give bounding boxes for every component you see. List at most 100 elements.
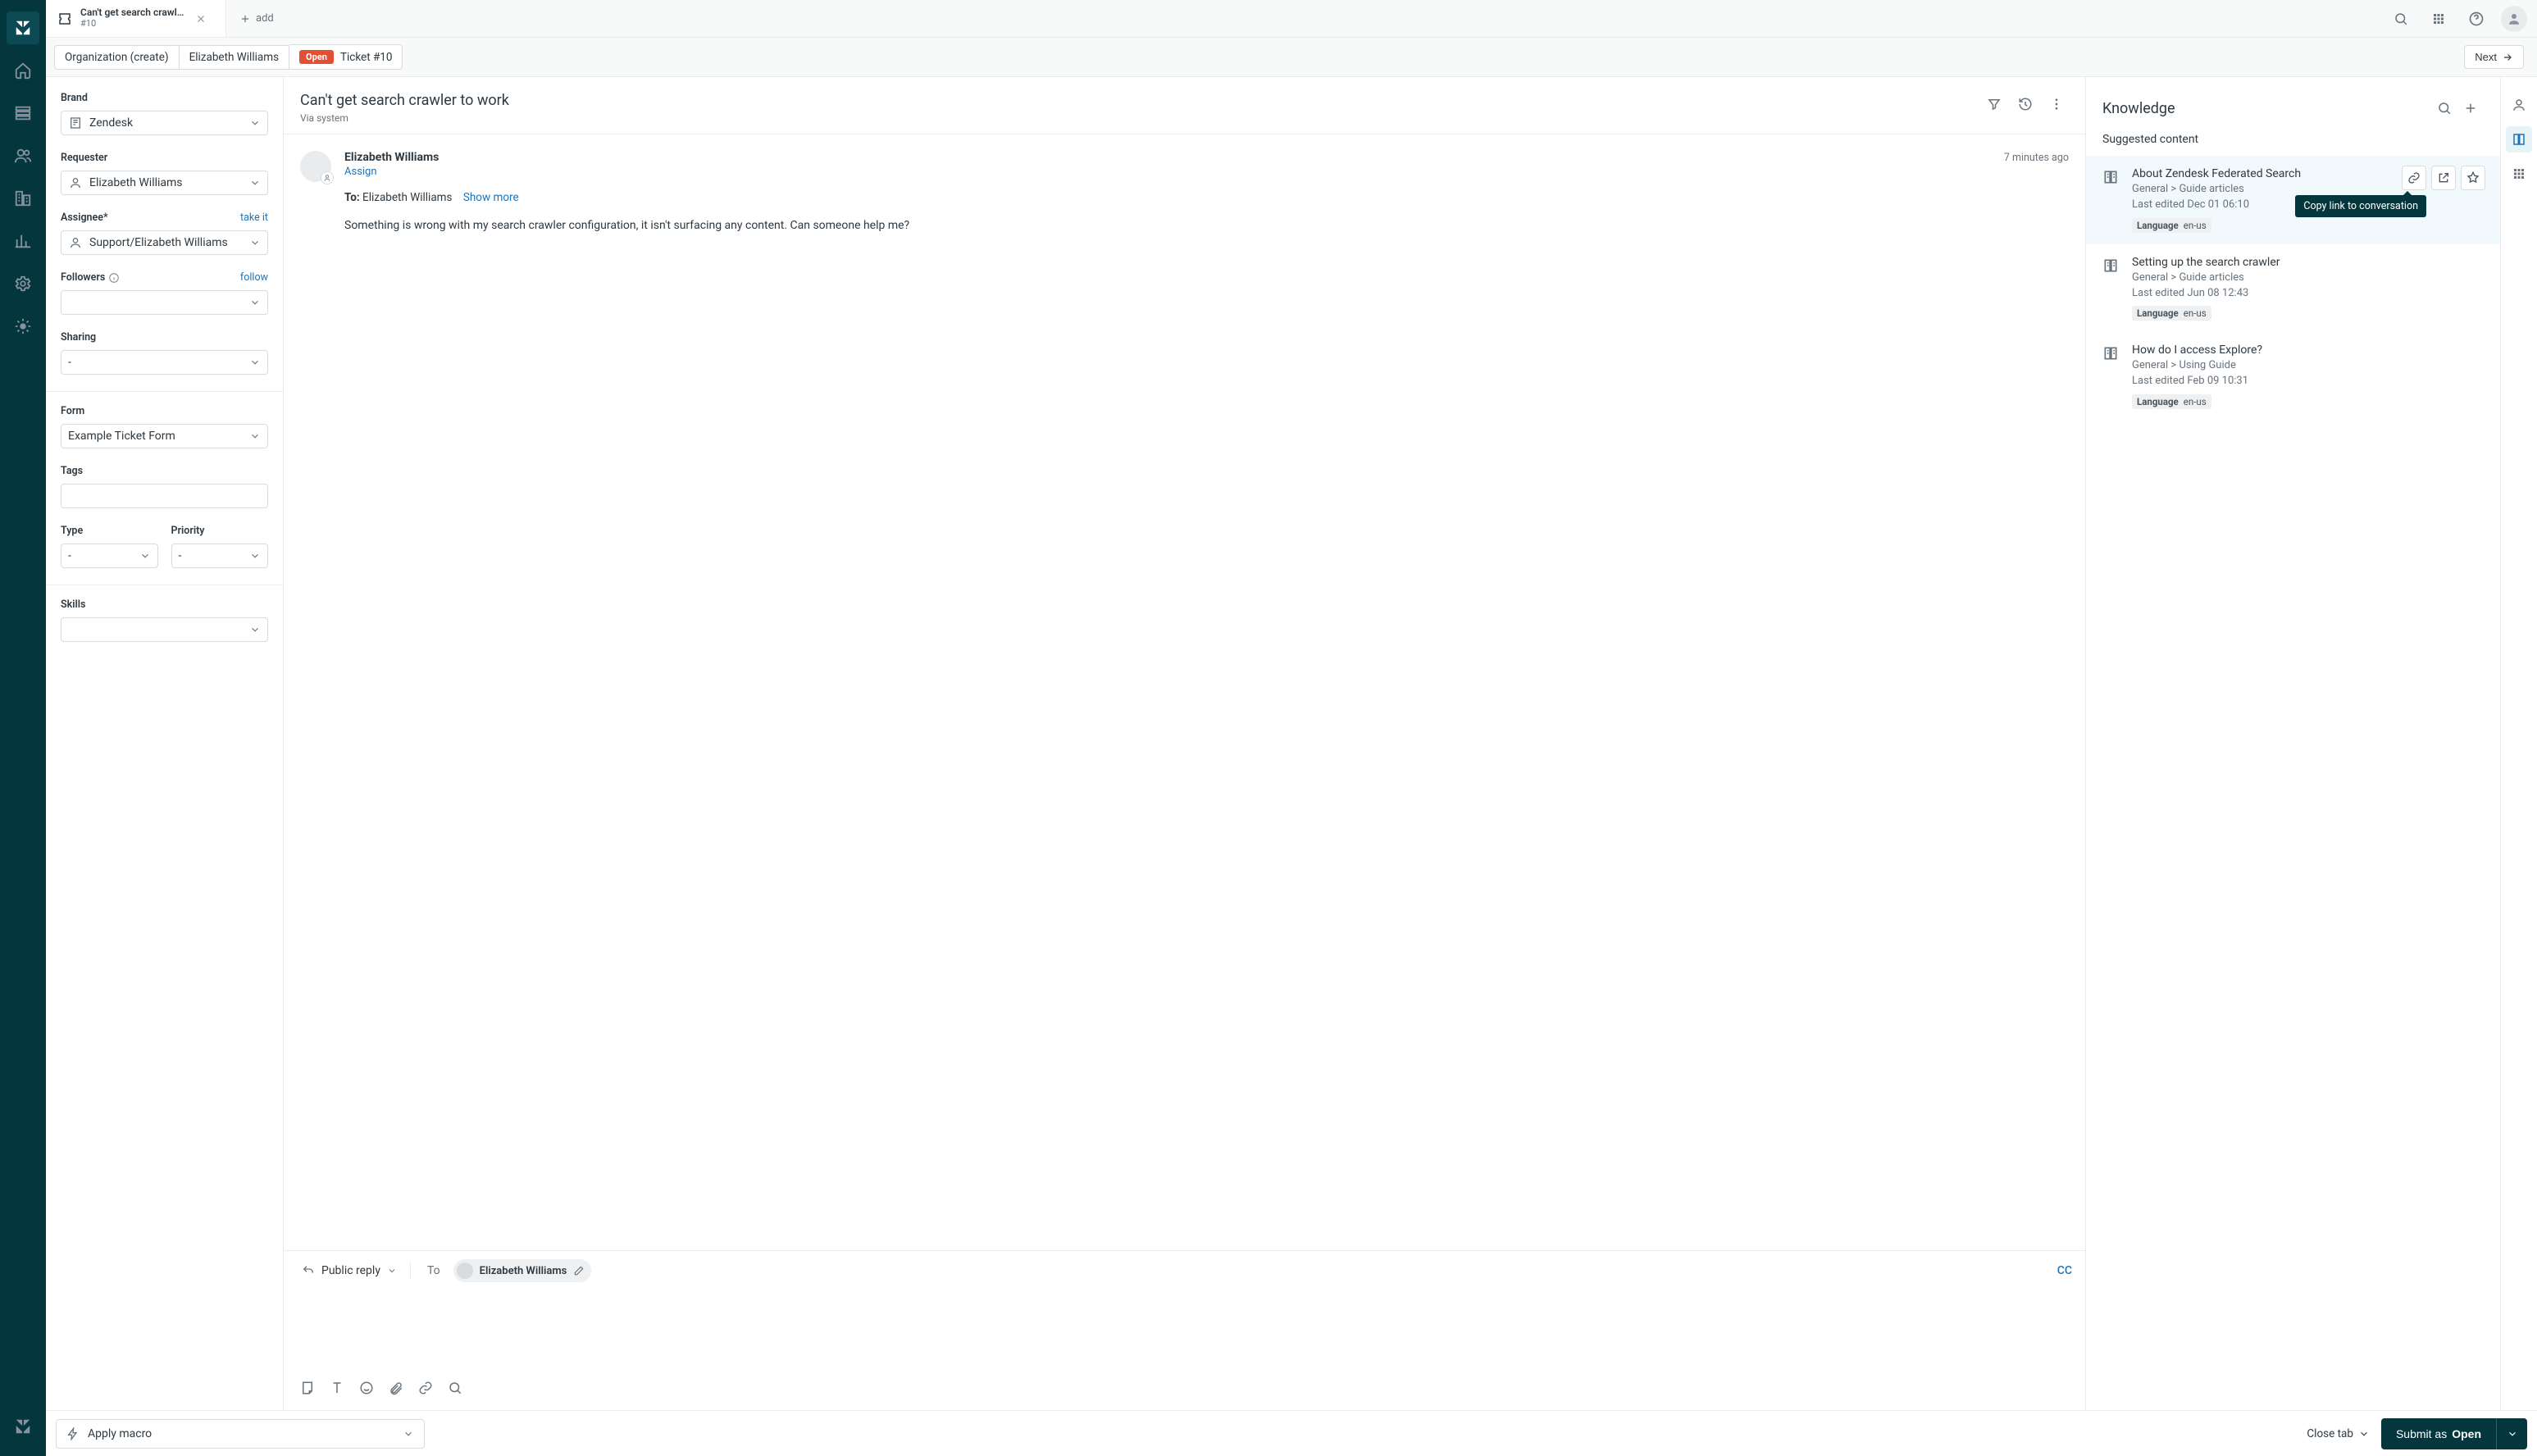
message-author[interactable]: Elizabeth Williams (344, 151, 439, 164)
nav-sunshine-icon[interactable] (7, 310, 39, 343)
take-it-link[interactable]: take it (240, 212, 268, 224)
priority-select[interactable]: - (171, 544, 269, 568)
nav-customers-icon[interactable] (7, 139, 39, 172)
apps-context-icon[interactable] (2506, 161, 2532, 187)
kb-search-icon[interactable] (2431, 95, 2457, 121)
kb-article[interactable]: How do I access Explore? General > Using… (2086, 332, 2500, 421)
brand-icon (68, 116, 83, 130)
link-icon[interactable] (413, 1376, 438, 1400)
article-icon (2102, 344, 2120, 362)
crumb-ticket[interactable]: Open Ticket #10 (289, 44, 403, 70)
tab-ticket[interactable]: Can't get search crawl… #10 (46, 0, 226, 37)
knowledge-subtitle: Suggested content (2086, 130, 2500, 156)
next-button[interactable]: Next (2464, 45, 2524, 69)
footer: Apply macro Close tab Submit asOpen (46, 1410, 2537, 1456)
skills-select[interactable] (61, 617, 268, 642)
chevron-down-icon (249, 177, 261, 189)
brand-select[interactable]: Zendesk (61, 111, 268, 135)
chevron-down-icon (249, 117, 261, 129)
priority-label: Priority (171, 525, 269, 537)
kb-add-icon[interactable] (2457, 95, 2484, 121)
sharing-select[interactable]: - (61, 350, 268, 375)
knowledge-context-icon[interactable] (2506, 126, 2532, 152)
nav-zendesk-logo-icon[interactable] (7, 1410, 39, 1443)
chevron-down-icon (249, 550, 261, 562)
ticket-title: Can't get search crawler to work (300, 92, 1982, 109)
help-icon[interactable] (2463, 6, 2489, 32)
ticket-via: Via system (300, 112, 1982, 124)
emoji-icon[interactable] (354, 1376, 379, 1400)
requester-select[interactable]: Elizabeth Williams (61, 171, 268, 195)
attach-icon[interactable] (384, 1376, 408, 1400)
crumb-requester[interactable]: Elizabeth Williams (180, 45, 289, 70)
nav-reporting-icon[interactable] (7, 225, 39, 257)
open-external-button[interactable] (2431, 166, 2456, 190)
crumb-ticket-label: Ticket #10 (340, 51, 393, 64)
form-select[interactable]: Example Ticket Form (61, 424, 268, 448)
chevron-down-icon (2507, 1428, 2518, 1440)
tabs-row: Can't get search crawl… #10 add (46, 0, 2537, 38)
kb-article-breadcrumb: General > Using Guide (2132, 358, 2262, 374)
nav-admin-icon[interactable] (7, 267, 39, 300)
chevron-down-icon (2358, 1428, 2370, 1440)
composer-textarea[interactable] (284, 1290, 2085, 1369)
article-icon (2102, 256, 2120, 274)
products-icon[interactable] (2425, 6, 2452, 32)
nav-logo-icon[interactable] (7, 11, 39, 44)
nav-views-icon[interactable] (7, 97, 39, 130)
recipient-chip[interactable]: Elizabeth Williams (453, 1259, 592, 1282)
crumb-organization[interactable]: Organization (create) (54, 45, 180, 70)
more-options-icon[interactable] (2044, 92, 2069, 116)
followers-select[interactable] (61, 290, 268, 315)
add-tab-label: add (256, 12, 274, 25)
nav-org-icon[interactable] (7, 182, 39, 215)
main-column: Can't get search crawl… #10 add (46, 0, 2537, 1456)
search-icon[interactable] (2388, 6, 2414, 32)
type-select[interactable]: - (61, 544, 158, 568)
followers-label: Followers (61, 271, 120, 284)
submit-dropdown-button[interactable] (2496, 1418, 2527, 1449)
article-icon (2102, 167, 2120, 185)
history-icon[interactable] (2013, 92, 2038, 116)
to-label: To (427, 1264, 440, 1277)
breadcrumb: Organization (create) Elizabeth Williams… (46, 38, 2537, 77)
language-chip: Languageen-us (2132, 306, 2211, 321)
submit-button[interactable]: Submit asOpen (2381, 1418, 2496, 1449)
close-icon[interactable] (192, 10, 210, 28)
kb-article[interactable]: Setting up the search crawler General > … (2086, 244, 2500, 333)
copy-link-button[interactable] (2402, 166, 2426, 190)
reply-type-select[interactable]: Public reply (297, 1261, 402, 1281)
message: Elizabeth Williams 7 minutes ago Assign … (300, 151, 2069, 234)
edit-icon[interactable] (573, 1265, 585, 1276)
nav-home-icon[interactable] (7, 54, 39, 87)
form-value: Example Ticket Form (68, 430, 175, 443)
insert-note-icon[interactable] (295, 1376, 320, 1400)
assign-link[interactable]: Assign (344, 166, 2069, 178)
tags-input[interactable] (61, 484, 268, 508)
conversation-column: Can't get search crawler to work Via sys… (284, 77, 2086, 1410)
knowledge-title: Knowledge (2102, 100, 2175, 117)
format-text-icon[interactable] (325, 1376, 349, 1400)
context-rail (2501, 77, 2537, 1410)
nav-rail (0, 0, 46, 1456)
kb-article[interactable]: About Zendesk Federated Search General >… (2086, 156, 2500, 244)
search-kb-icon[interactable] (443, 1376, 467, 1400)
author-avatar[interactable] (300, 151, 331, 182)
pin-button[interactable] (2461, 166, 2485, 190)
composer: Public reply To Elizabeth Williams CC (284, 1250, 2085, 1410)
kb-article-title: Setting up the search crawler (2132, 256, 2280, 269)
user-context-icon[interactable] (2506, 92, 2532, 118)
show-more-link[interactable]: Show more (463, 191, 519, 204)
follow-link[interactable]: follow (240, 271, 268, 284)
user-type-icon (321, 171, 334, 184)
sharing-label: Sharing (61, 331, 268, 344)
cc-link[interactable]: CC (2057, 1264, 2072, 1277)
user-icon (68, 235, 83, 250)
profile-avatar[interactable] (2501, 6, 2527, 32)
info-icon (108, 272, 120, 284)
assignee-select[interactable]: Support/Elizabeth Williams (61, 230, 268, 255)
filter-icon[interactable] (1982, 92, 2006, 116)
add-tab-button[interactable]: add (226, 0, 288, 37)
apply-macro-select[interactable]: Apply macro (56, 1419, 425, 1449)
close-tab-button[interactable]: Close tab (2307, 1427, 2370, 1440)
